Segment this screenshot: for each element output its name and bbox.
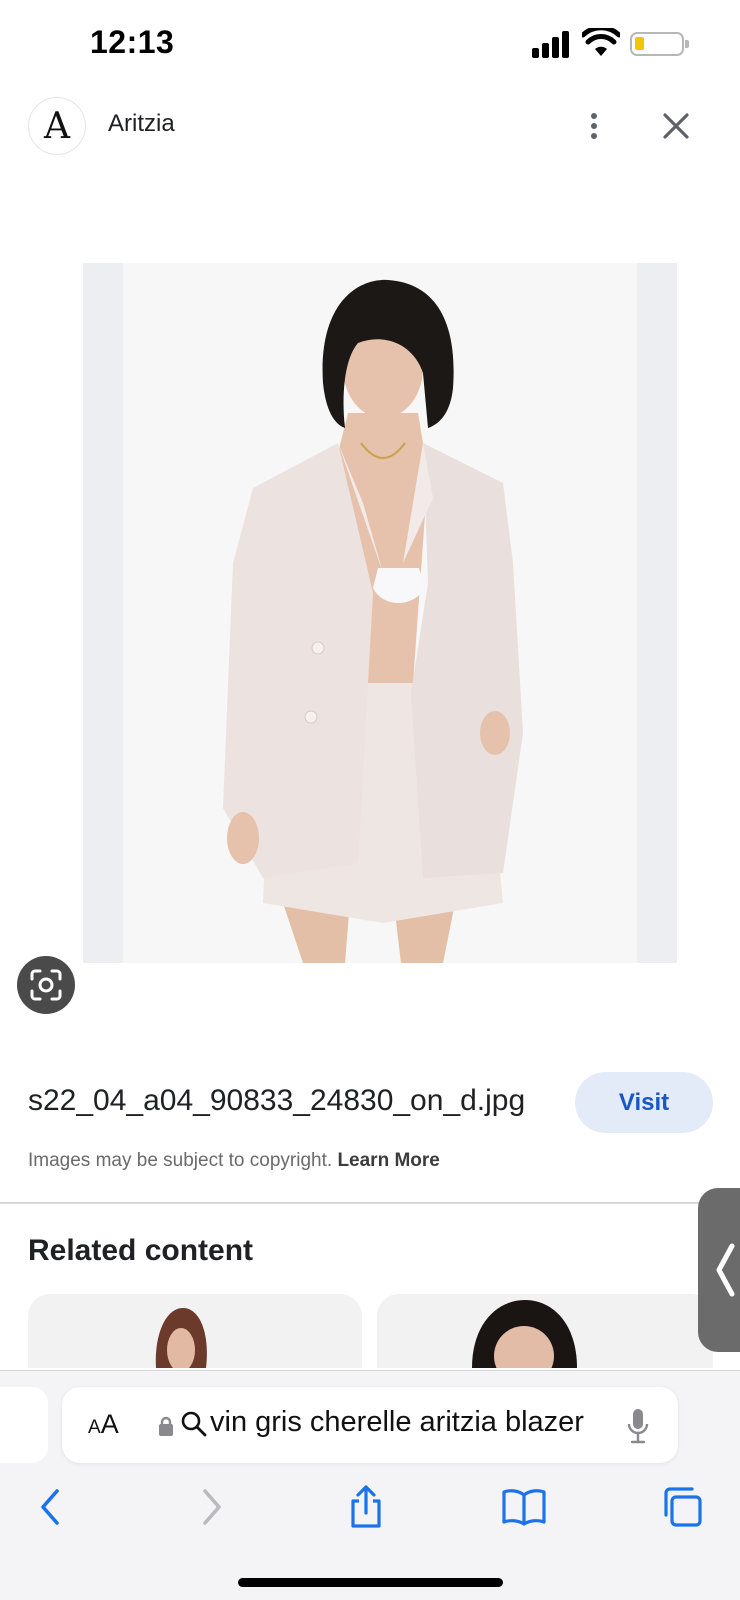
page: 12:13 A Aritzia s22_04_a04_90833_24830_o… xyxy=(0,0,740,1600)
aa-large: A xyxy=(100,1409,119,1439)
google-lens-icon[interactable] xyxy=(17,956,75,1014)
related-card[interactable] xyxy=(377,1294,713,1368)
search-icon xyxy=(181,1411,207,1437)
close-icon[interactable] xyxy=(656,106,696,146)
visit-button[interactable]: Visit xyxy=(575,1072,713,1133)
bookmarks-icon[interactable] xyxy=(496,1479,552,1535)
divider xyxy=(0,1202,740,1204)
learn-more-link[interactable]: Learn More xyxy=(337,1150,439,1171)
wifi-icon xyxy=(582,28,620,56)
aa-small: A xyxy=(88,1417,101,1438)
related-thumbnail xyxy=(472,1300,577,1368)
related-card[interactable] xyxy=(28,1294,362,1368)
status-time: 12:13 xyxy=(90,24,175,60)
sheet-header: A Aritzia xyxy=(0,88,740,168)
forward-icon[interactable] xyxy=(184,1479,240,1535)
cellular-signal-icon xyxy=(532,30,572,58)
model-photo xyxy=(223,279,523,963)
site-logo[interactable]: A xyxy=(28,97,86,155)
chevron-left-icon xyxy=(716,1243,735,1297)
browser-toolbar: AA vin gris cherelle aritzia blazer xyxy=(0,1370,740,1600)
status-bar: 12:13 xyxy=(0,0,740,88)
back-icon[interactable] xyxy=(22,1479,78,1535)
microphone-icon[interactable] xyxy=(626,1407,650,1445)
search-query: vin gris cherelle aritzia blazer xyxy=(210,1406,584,1438)
share-icon[interactable] xyxy=(338,1479,394,1535)
image-filename: s22_04_a04_90833_24830_on_d.jpg xyxy=(28,1084,526,1117)
side-panel-handle[interactable] xyxy=(698,1188,740,1352)
previous-tab-preview[interactable] xyxy=(0,1387,48,1463)
reader-settings-button[interactable]: AA xyxy=(88,1409,119,1440)
site-name[interactable]: Aritzia xyxy=(108,110,175,138)
result-image[interactable] xyxy=(83,263,677,963)
tabs-icon[interactable] xyxy=(654,1479,710,1535)
site-logo-letter: A xyxy=(44,105,70,147)
address-bar[interactable]: AA vin gris cherelle aritzia blazer xyxy=(62,1387,678,1463)
home-indicator xyxy=(238,1578,503,1587)
lens-glyph xyxy=(30,969,62,1001)
related-content-title: Related content xyxy=(28,1234,254,1267)
battery-icon xyxy=(630,32,689,56)
lock-icon xyxy=(159,1416,173,1436)
copyright-text: Images may be subject to copyright. xyxy=(28,1150,333,1171)
related-thumbnail xyxy=(155,1308,207,1368)
more-vert-icon[interactable] xyxy=(576,108,612,144)
copyright-notice: Images may be subject to copyright. Lear… xyxy=(28,1150,440,1172)
